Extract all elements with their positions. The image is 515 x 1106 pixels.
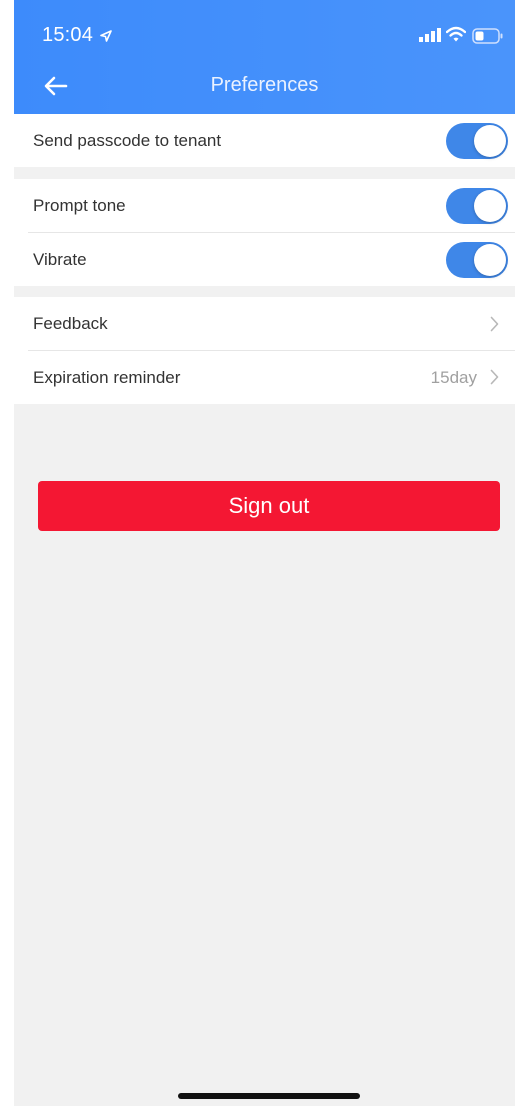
vibrate-toggle[interactable] [446,242,508,278]
status-bar: 15:04 [14,0,515,70]
feedback-row[interactable]: Feedback [14,297,515,351]
page-title: Preferences [210,74,319,96]
sign-out-button[interactable]: Sign out [38,481,500,531]
prompt-tone-row: Prompt tone [14,179,515,233]
preferences-screen: 15:04 Preferences Send passcode to tenan… [14,0,515,1106]
settings-group-alerts: Prompt tone Vibrate [14,179,515,286]
prompt-tone-toggle[interactable] [446,188,508,224]
vibrate-row: Vibrate [14,233,515,286]
feedback-label: Feedback [33,314,108,333]
prompt-tone-label: Prompt tone [33,196,126,215]
chevron-right-icon [490,316,499,337]
battery-icon [472,28,504,49]
expiration-reminder-value: 15day [430,367,477,387]
location-arrow-icon [100,29,112,47]
settings-group-misc: Feedback Expiration reminder 15day [14,297,515,404]
expiration-reminder-label: Expiration reminder [33,367,181,387]
toggle-knob [474,190,506,222]
vibrate-label: Vibrate [33,249,87,269]
settings-group-passcode: Send passcode to tenant [14,114,515,167]
wifi-icon [445,26,467,47]
signal-icon [419,28,441,47]
header: 15:04 Preferences [14,0,515,114]
send-passcode-label: Send passcode to tenant [33,130,222,150]
send-passcode-toggle[interactable] [446,123,508,159]
chevron-right-icon [490,369,499,390]
send-passcode-row: Send passcode to tenant [14,114,515,167]
toggle-knob [474,125,506,157]
toggle-knob [474,244,506,276]
home-indicator [178,1093,360,1099]
expiration-reminder-row[interactable]: Expiration reminder 15day [14,351,515,404]
status-time: 15:04 [42,24,94,46]
